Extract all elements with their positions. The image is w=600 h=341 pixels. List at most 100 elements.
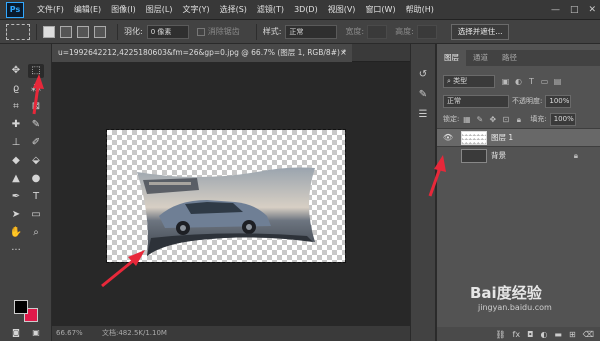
layer-row-background[interactable]: 背景 🔒︎ <box>437 146 600 164</box>
menu-image[interactable]: 图像(I) <box>106 0 141 20</box>
document-tab-bar: u=1992642212,4225180603&fm=26&gp=0.jpg @… <box>52 44 410 62</box>
lock-all-icon[interactable]: 🔒︎ <box>514 115 523 124</box>
select-and-mask-button[interactable]: 选择并遮住... <box>450 23 510 40</box>
adjustments-icon[interactable]: ☰ <box>416 108 430 122</box>
move-tool-icon[interactable]: ✥ <box>8 64 24 78</box>
menu-file[interactable]: 文件(F) <box>32 0 69 20</box>
history-panel-icon[interactable]: ↺ <box>416 68 430 82</box>
folder-icon[interactable]: ▬ <box>554 330 562 339</box>
screen-mode-icon[interactable]: ▣ <box>28 326 44 340</box>
marquee-preset-icon[interactable] <box>6 23 30 40</box>
antialias-checkbox[interactable] <box>196 27 205 36</box>
menu-type[interactable]: 文字(Y) <box>177 0 214 20</box>
menu-view[interactable]: 视图(V) <box>323 0 361 20</box>
lock-artboard-icon[interactable]: ⊡ <box>501 115 510 124</box>
filter-smart-icon[interactable]: ▤ <box>553 77 562 86</box>
lock-transparent-icon[interactable]: ▦ <box>462 115 471 124</box>
filter-pixel-icon[interactable]: ▣ <box>501 77 510 86</box>
path-selection-icon[interactable]: ➤ <box>8 208 24 222</box>
filter-kind-value: 类型 <box>453 76 468 85</box>
filter-shape-icon[interactable]: ▭ <box>540 77 549 86</box>
zoom-tool-icon[interactable]: ⌕ <box>28 226 44 240</box>
canvas[interactable] <box>106 129 346 263</box>
link-icon[interactable]: ⛓ <box>495 330 505 339</box>
lock-pixels-icon[interactable]: ✎ <box>475 115 484 124</box>
menu-filter[interactable]: 滤镜(T) <box>252 0 289 20</box>
style-label: 样式: <box>262 27 282 36</box>
more-tools-icon[interactable]: ··· <box>8 244 24 258</box>
watermark-url: jingyan.baidu.com <box>478 303 552 312</box>
lasso-tool-icon[interactable]: ϱ <box>8 82 24 96</box>
lock-row: 锁定: ▦ ✎ ✥ ⊡ 🔒︎ 填充: 100% <box>443 112 576 126</box>
dodge-tool-icon[interactable]: ● <box>28 172 44 186</box>
foreground-color-swatch[interactable] <box>14 300 28 314</box>
opacity-input[interactable]: 100% <box>545 94 572 108</box>
adjustment-layer-icon[interactable]: ◐ <box>540 330 547 339</box>
layer-name: 背景 <box>491 151 506 160</box>
status-bar: 66.67% 文档:482.5K/1.10M <box>52 326 410 341</box>
type-tool-icon[interactable]: T <box>28 190 44 204</box>
subtract-selection-icon[interactable] <box>77 25 89 38</box>
blur-tool-icon[interactable]: ▲ <box>8 172 24 186</box>
eraser-tool-icon[interactable]: ◆ <box>8 154 24 168</box>
warped-car-image <box>137 167 315 256</box>
mask-icon[interactable]: ◘ <box>527 330 533 339</box>
fx-icon[interactable]: fx <box>513 330 521 339</box>
minimize-button[interactable]: — <box>551 5 560 15</box>
tools-panel: ✥ ⬚ ϱ ⁂ ⌗ ⊠ ✚ ✎ ⊥ ✐ ◆ ⬙ ▲ ● ✒ T ➤ ▭ ✋ ⌕ … <box>0 44 52 341</box>
document-size: 文档:482.5K/1.10M <box>102 329 167 337</box>
filter-kind-select[interactable]: ⌕ 类型 <box>443 74 495 88</box>
menu-edit[interactable]: 编辑(E) <box>69 0 106 20</box>
trash-icon[interactable]: ⌫ <box>583 330 594 339</box>
new-layer-icon[interactable]: ⊞ <box>569 330 576 339</box>
marquee-tool-icon[interactable]: ⬚ <box>28 64 44 78</box>
crop-tool-icon[interactable]: ⌗ <box>8 100 24 114</box>
search-icon: ⌕ <box>447 76 451 85</box>
brush-tool-icon[interactable]: ✎ <box>28 118 44 132</box>
rectangle-tool-icon[interactable]: ▭ <box>28 208 44 222</box>
brush-settings-icon[interactable]: ✎ <box>416 88 430 102</box>
hand-tool-icon[interactable]: ✋ <box>8 226 24 240</box>
lock-position-icon[interactable]: ✥ <box>488 115 497 124</box>
menu-select[interactable]: 选择(S) <box>215 0 252 20</box>
healing-brush-icon[interactable]: ✚ <box>8 118 24 132</box>
magic-wand-tool-icon[interactable]: ⁂ <box>28 82 44 96</box>
menu-help[interactable]: 帮助(H) <box>401 0 439 20</box>
tab-layers[interactable]: 图层 <box>437 50 466 66</box>
close-button[interactable]: ✕ <box>588 5 596 15</box>
history-brush-icon[interactable]: ✐ <box>28 136 44 150</box>
menu-window[interactable]: 窗口(W) <box>360 0 400 20</box>
eye-icon[interactable]: 👁︎ <box>441 133 455 142</box>
zoom-level[interactable]: 66.67% <box>56 326 83 341</box>
document-tab[interactable]: u=1992642212,4225180603&fm=26&gp=0.jpg @… <box>52 44 352 62</box>
filter-type-icon[interactable]: T <box>527 77 536 86</box>
pen-tool-icon[interactable]: ✒ <box>8 190 24 204</box>
clone-stamp-icon[interactable]: ⊥ <box>8 136 24 150</box>
photoshop-logo: Ps <box>6 1 24 18</box>
maximize-button[interactable]: □ <box>570 5 579 15</box>
tab-channels[interactable]: 通道 <box>466 50 495 66</box>
menu-layer[interactable]: 图层(L) <box>141 0 178 20</box>
layer-thumbnail <box>461 130 487 145</box>
add-selection-icon[interactable] <box>60 25 72 38</box>
antialias-label: 消除锯齿 <box>207 27 240 36</box>
layers-panel-footer: ⛓ fx ◘ ◐ ▬ ⊞ ⌫ <box>437 327 600 341</box>
watermark-brand: Bai度经验 <box>470 284 542 302</box>
style-select[interactable]: 正常 <box>285 24 338 39</box>
paint-bucket-icon[interactable]: ⬙ <box>28 154 44 168</box>
eyedropper-tool-icon[interactable]: ⊠ <box>28 100 44 114</box>
intersect-selection-icon[interactable] <box>94 25 106 38</box>
new-selection-icon[interactable] <box>43 25 55 38</box>
feather-input[interactable]: 0 像素 <box>146 24 189 39</box>
tab-paths[interactable]: 路径 <box>495 50 524 66</box>
close-tab-button[interactable]: × <box>340 44 347 62</box>
divider <box>117 23 118 40</box>
divider <box>255 23 257 40</box>
blend-mode-select[interactable]: 正常 <box>443 94 509 108</box>
layer-thumbnail <box>461 148 487 163</box>
quick-mask-icon[interactable]: ◙ <box>8 326 24 340</box>
menu-3d[interactable]: 3D(D) <box>289 0 323 20</box>
filter-adjust-icon[interactable]: ◐ <box>514 77 523 86</box>
fill-input[interactable]: 100% <box>549 112 576 126</box>
layer-row-1[interactable]: 👁︎ 图层 1 <box>437 128 600 146</box>
